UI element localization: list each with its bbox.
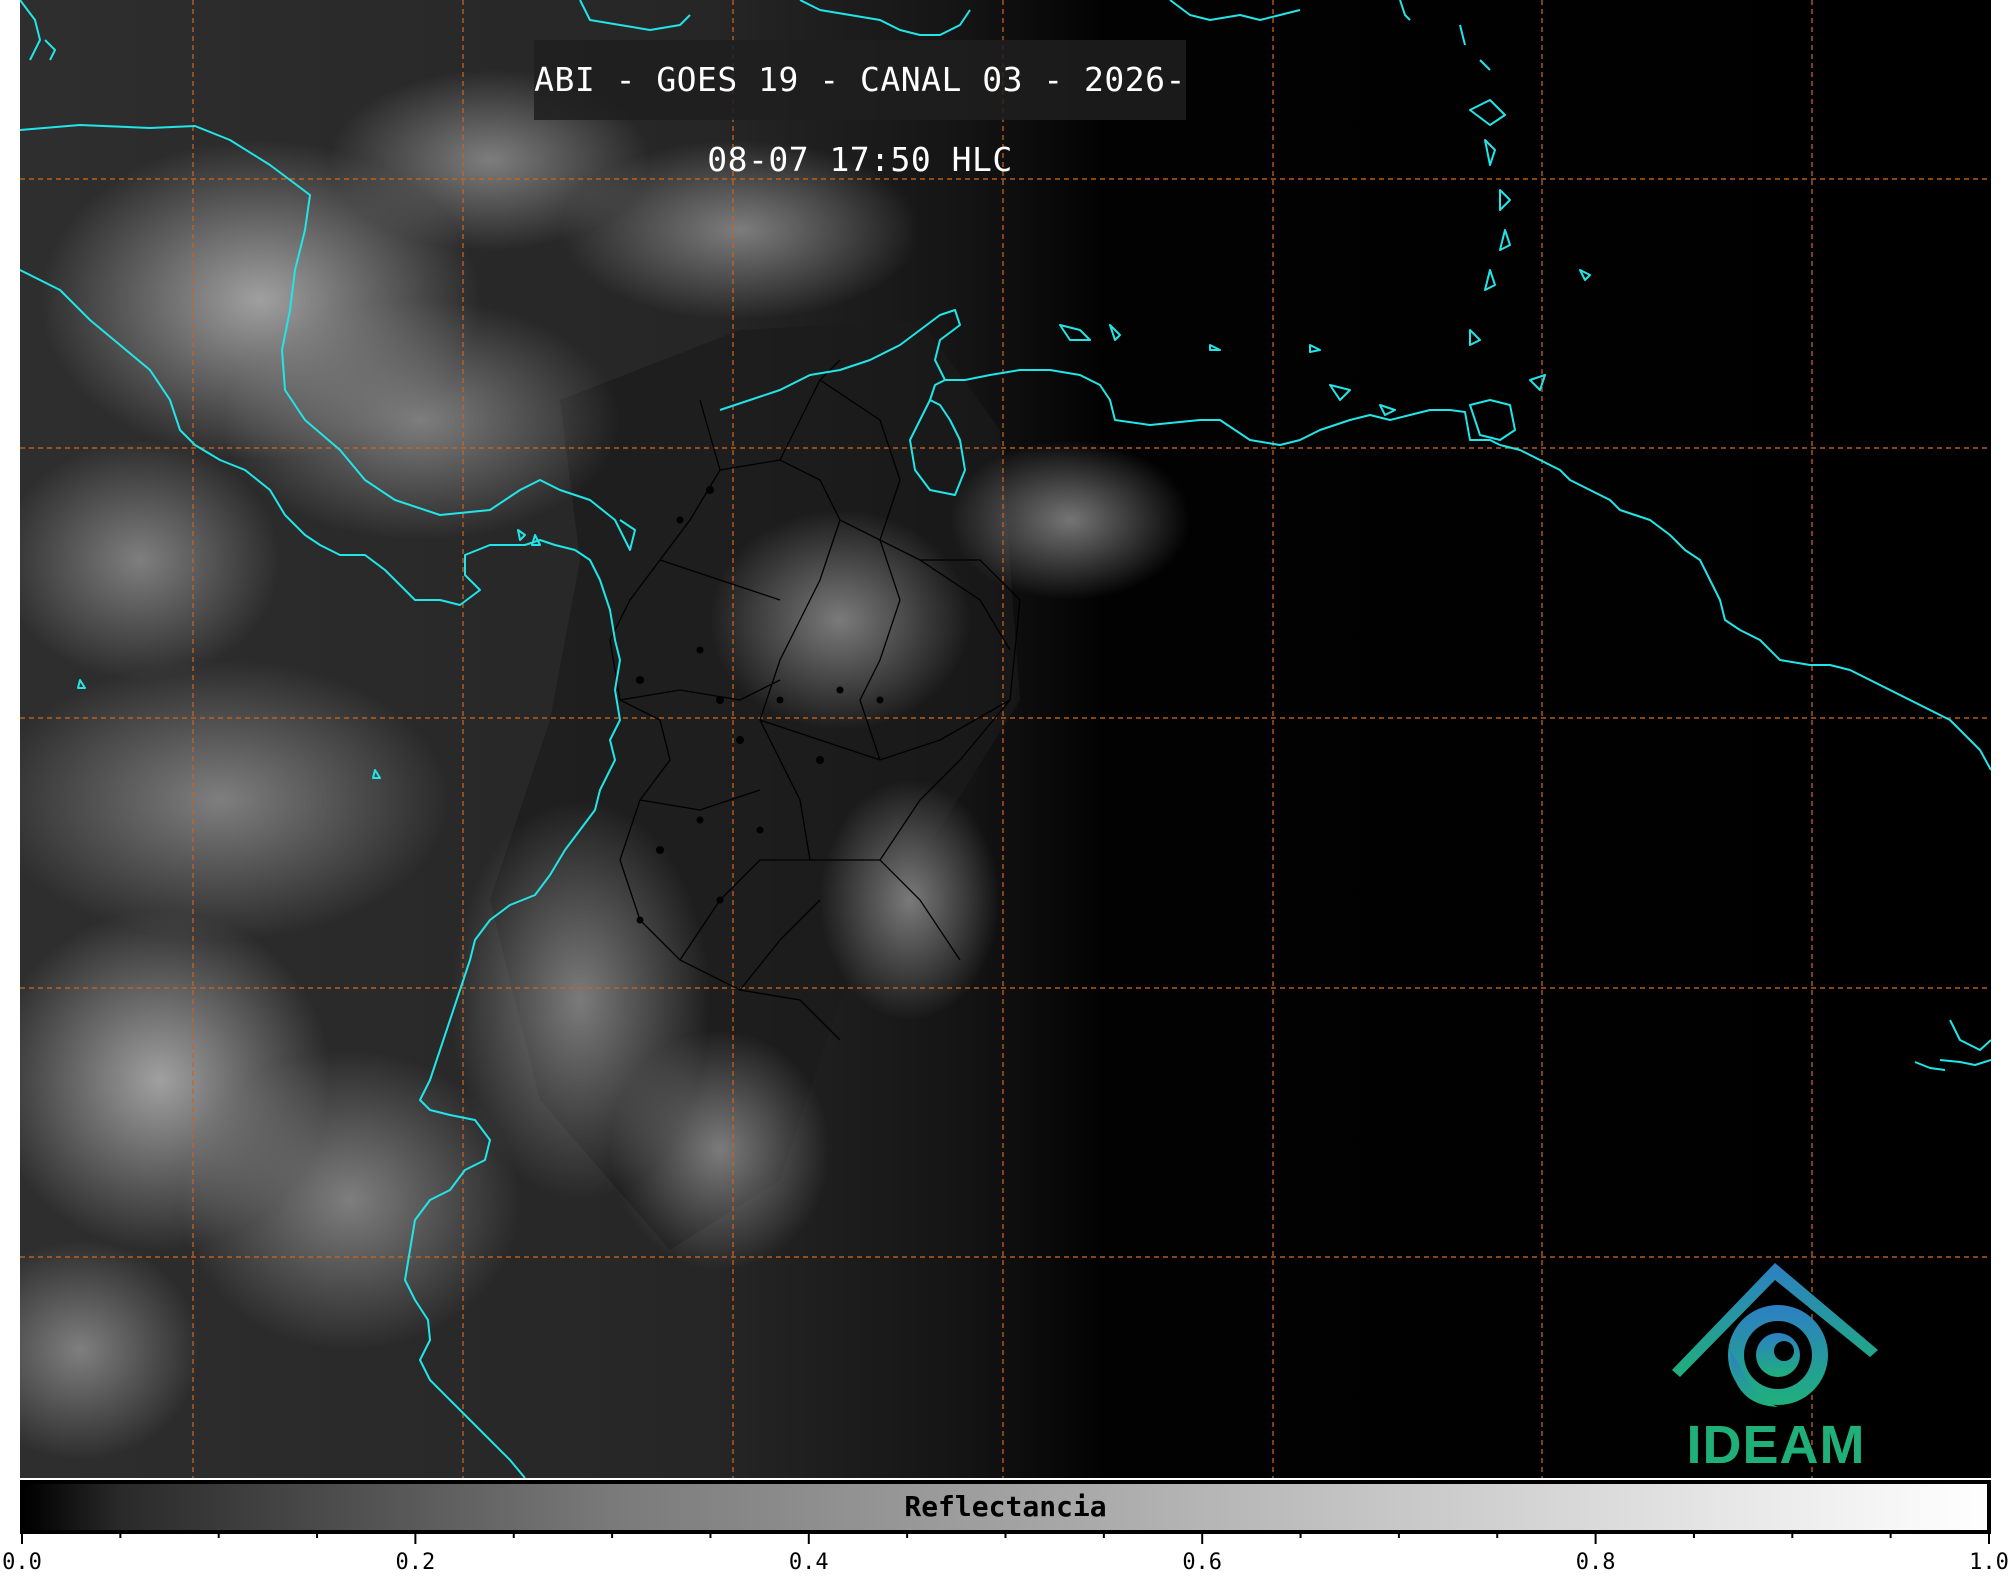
tick-label: 0.6	[1182, 1550, 1222, 1575]
tick-label: 0.2	[396, 1550, 436, 1575]
colorbar-ticks-svg: 0.0 0.2 0.4 0.6 0.8 1.0	[2, 1530, 2009, 1575]
tick-label: 0.4	[789, 1550, 829, 1575]
tick-label: 0.0	[2, 1550, 42, 1575]
logo-text: IDEAM	[1686, 1415, 1866, 1475]
colorbar-ticks: 0.0 0.2 0.4 0.6 0.8 1.0	[0, 1530, 2011, 1577]
map-title: ABI - GOES 19 - CANAL 03 - 2026-08-07 17…	[534, 60, 1186, 179]
tick-label: 0.8	[1576, 1550, 1616, 1575]
colorbar-label: Reflectancia	[904, 1490, 1107, 1523]
tick-label: 1.0	[1969, 1550, 2009, 1575]
